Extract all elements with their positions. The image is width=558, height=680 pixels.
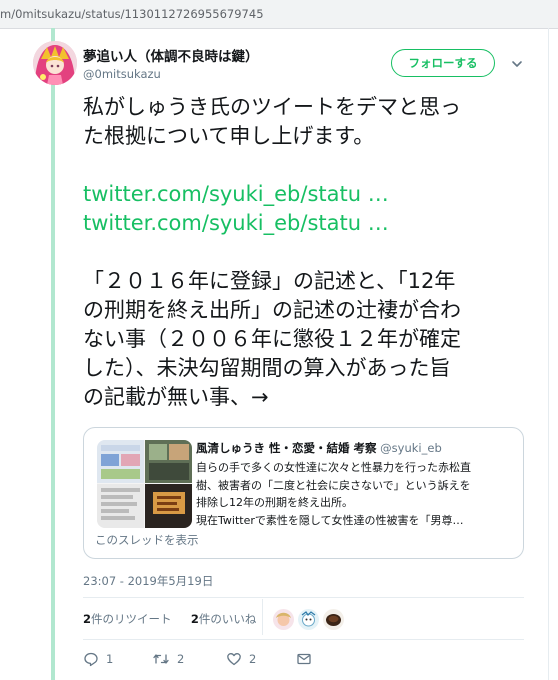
quoted-author-name: 風清しゅうき 性・恋愛・結婚 考察 [196, 441, 377, 455]
tweet-text-line: の刑期を終え出所」の記述の辻褄が合わ [83, 298, 461, 322]
like-action[interactable]: 2 [226, 651, 256, 669]
author-handle[interactable]: @0mitsukazu [83, 67, 161, 81]
tweet-text-line: ない事（２００６年に懲役１２年が確定 [83, 327, 461, 351]
tweet-text-line: した）、未決勾留期間の算入があった旨 [83, 356, 451, 380]
tweet-text-line: の記載が無い事、→ [83, 385, 269, 409]
retweets-stat[interactable]: 2件のリツイート [83, 612, 172, 626]
quoted-text-line: 自らの手で多くの女性達に次々と性暴力を行った赤松直 [196, 461, 471, 474]
liker-avatar[interactable] [323, 609, 344, 630]
timeline-border [548, 28, 549, 680]
reply-action[interactable]: 1 [83, 651, 113, 669]
tweet-text-line: 私がしゅうき氏のツイートをデマと思っ [83, 95, 461, 119]
quoted-text-line: 現在Twitterで素性を隠して女性達の性被害を「男尊… [196, 513, 464, 527]
address-url[interactable]: m/0mitsukazu/status/1130112726955679745 [0, 7, 264, 21]
quoted-tweet-author: 風清しゅうき 性・恋愛・結婚 考察 @syuki_eb [196, 440, 442, 456]
divider [83, 639, 524, 640]
retweet-icon [153, 654, 169, 664]
browser-address-bar[interactable]: m/0mitsukazu/status/1130112726955679745 [0, 0, 558, 29]
tweet-link[interactable]: twitter.com/syuki_eb/statu … [83, 209, 533, 238]
quoted-tweet-text: 自らの手で多くの女性達に次々と性暴力を行った赤松直 樹、被害者の「二度と社会に戻… [196, 459, 516, 529]
tweet-text-line: た根拠について申し上げます。 [83, 124, 375, 148]
quoted-text-line: 排除し12年の刑期を終え出所。 [196, 496, 353, 509]
retweet-action[interactable]: 2 [152, 651, 184, 669]
liker-avatar[interactable] [298, 609, 319, 630]
tweet-link[interactable]: twitter.com/syuki_eb/statu … [83, 180, 533, 209]
author-avatar[interactable] [33, 41, 77, 85]
follow-button[interactable]: フォローする [391, 49, 495, 77]
thread-line [51, 28, 55, 680]
reply-count: 1 [106, 652, 114, 666]
quoted-author-handle: @syuki_eb [380, 441, 442, 455]
author-display-name[interactable]: 夢追い人（体調不良時は鍵） [83, 45, 259, 65]
message-icon [297, 653, 311, 665]
likes-stat[interactable]: 2件のいいね [191, 612, 257, 626]
quoted-tweet-card[interactable]: 風清しゅうき 性・恋愛・結婚 考察 @syuki_eb 自らの手で多くの女性達に… [83, 427, 524, 559]
stats-separator [262, 599, 263, 635]
quoted-tweet-images[interactable] [97, 440, 192, 528]
tweet-timestamp[interactable]: 23:07 - 2019年5月19日 [83, 573, 213, 589]
show-thread-link[interactable]: このスレッドを表示 [95, 532, 199, 548]
reply-icon [84, 652, 98, 667]
chevron-down-icon[interactable] [510, 56, 524, 70]
liker-avatar[interactable] [273, 609, 294, 630]
tweet-text: 私がしゅうき氏のツイートをデマと思っ た根拠について申し上げます。 twitte… [83, 93, 533, 412]
divider [83, 597, 524, 598]
direct-message-action[interactable] [296, 651, 312, 669]
quoted-text-line: 樹、被害者の「二度と社会に戻さないで」という訴えを [196, 478, 471, 492]
engagement-stats: 2件のリツイート 2件のいいね [83, 611, 256, 627]
like-count: 2 [249, 652, 257, 666]
tweet-text-line: 「２０１６年に登録」の記述と、「12年 [83, 269, 456, 293]
heart-icon [227, 653, 241, 666]
retweet-count: 2 [177, 652, 185, 666]
